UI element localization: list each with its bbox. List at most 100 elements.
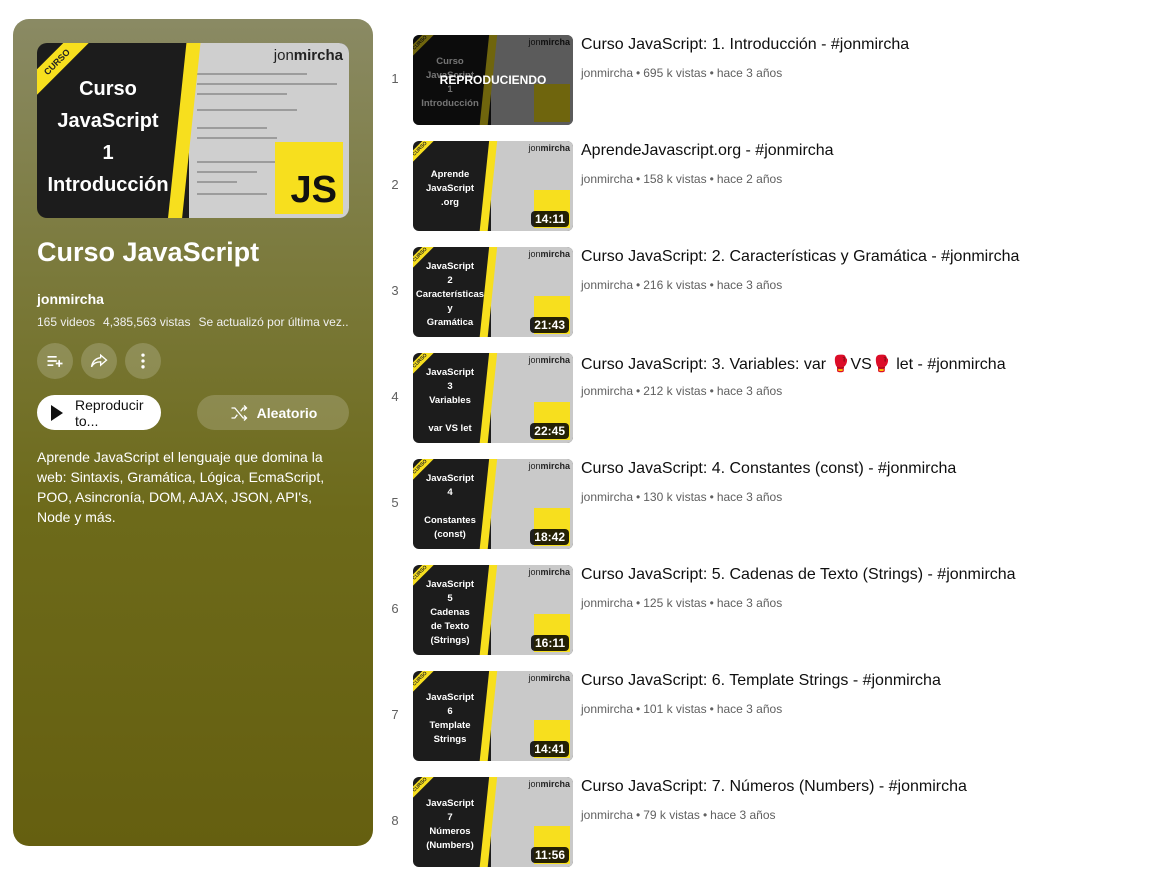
brand-logo: jonmircha: [528, 249, 570, 259]
brand-logo: jonmircha: [528, 143, 570, 153]
video-thumbnail[interactable]: jonmircha CURSO JavaScript 3 Variables v…: [413, 353, 573, 443]
video-list-item[interactable]: 1 jonmircha CURSO Curso JavaScript 1 Int…: [380, 35, 1160, 125]
last-updated: Se actualizó por última vez...: [198, 315, 349, 329]
thumbnail-text: JavaScript 3 Variables var VS let: [425, 367, 475, 434]
playlist-header-panel: CURSO Curso JavaScript 1 Introducción jo…: [13, 19, 373, 846]
video-meta: jonmircha • 695 k vistas • hace 3 años: [581, 66, 783, 80]
video-thumbnail[interactable]: jonmircha CURSO Aprende JavaScript .org …: [413, 141, 573, 231]
channel-name[interactable]: jonmircha: [581, 66, 633, 80]
video-list-item[interactable]: 3 jonmircha CURSO JavaScript 2 Caracterí…: [380, 247, 1160, 337]
playlist-description: Aprende JavaScript el lenguaje que domin…: [37, 449, 325, 525]
video-title[interactable]: Curso JavaScript: 4. Constantes (const) …: [581, 460, 956, 478]
upload-age: hace 3 años: [710, 808, 776, 822]
channel-name[interactable]: jonmircha: [581, 172, 633, 186]
channel-name[interactable]: jonmircha: [581, 702, 633, 716]
thumbnail-text: JavaScript 6 Template Strings: [425, 692, 475, 745]
upload-age: hace 3 años: [716, 384, 783, 398]
view-count: 695 k vistas: [643, 66, 707, 80]
video-title[interactable]: AprendeJavascript.org - #jonmircha: [581, 142, 834, 160]
playlist-thumbnail[interactable]: CURSO Curso JavaScript 1 Introducción jo…: [37, 43, 349, 218]
video-index: 1: [391, 71, 399, 86]
thumbnail-text: JavaScript 4 Constantes (const): [424, 473, 476, 540]
play-icon: [51, 404, 63, 421]
playlist-add-icon: [47, 356, 63, 367]
brand-logo: jonmircha: [273, 47, 343, 64]
videos-count: 165 videos: [37, 315, 96, 329]
video-meta: jonmircha • 130 k vistas • hace 3 años: [581, 490, 783, 504]
play-all-button[interactable]: Reproducir to...: [37, 395, 161, 430]
brand-logo: jonmircha: [528, 461, 570, 471]
upload-age: hace 3 años: [716, 490, 783, 504]
brand-logo: jonmircha: [528, 567, 570, 577]
thumbnail-text: JavaScript 5 Cadenas de Texto (Strings): [425, 579, 475, 646]
video-title[interactable]: Curso JavaScript: 5. Cadenas de Texto (S…: [581, 566, 1016, 584]
playlist-owner-link[interactable]: jonmircha: [37, 291, 104, 307]
video-list-item[interactable]: 7 jonmircha CURSO JavaScript 6 Template …: [380, 671, 1160, 761]
brand-logo: jonmircha: [528, 779, 570, 789]
duration-badge: 18:42: [530, 529, 569, 545]
video-title[interactable]: Curso JavaScript: 7. Números (Numbers) -…: [581, 778, 967, 796]
video-thumbnail[interactable]: jonmircha CURSO JavaScript 2 Característ…: [413, 247, 573, 337]
video-index: 4: [391, 389, 399, 404]
thumbnail-text: JavaScript 2 Características y Gramática: [415, 261, 485, 328]
now-playing-overlay: REPRODUCIENDO: [413, 35, 573, 125]
channel-name[interactable]: jonmircha: [581, 278, 633, 292]
upload-age: hace 2 años: [716, 172, 783, 186]
video-list-item[interactable]: 4 jonmircha CURSO JavaScript 3 Variables…: [380, 353, 1160, 443]
video-thumbnail[interactable]: jonmircha CURSO JavaScript 5 Cadenas de …: [413, 565, 573, 655]
video-list-item[interactable]: 8 jonmircha CURSO JavaScript 7 Números (…: [380, 777, 1160, 867]
video-meta: jonmircha • 158 k vistas • hace 2 años: [581, 172, 783, 186]
upload-age: hace 3 años: [716, 66, 783, 80]
save-playlist-button[interactable]: [37, 343, 73, 379]
brand-logo: jonmircha: [528, 355, 570, 365]
thumbnail-title: Curso JavaScript 1 Introducción: [47, 78, 169, 196]
video-list-item[interactable]: 5 jonmircha CURSO JavaScript 4 Constante…: [380, 459, 1160, 549]
view-count: 212 k vistas: [643, 384, 707, 398]
video-meta: jonmircha • 216 k vistas • hace 3 años: [581, 278, 783, 292]
channel-name[interactable]: jonmircha: [581, 596, 633, 610]
playlist-stats: 165 videos 4,385,563 vistas Se actualizó p…: [37, 315, 349, 329]
channel-name[interactable]: jonmircha: [581, 808, 633, 822]
upload-age: hace 3 años: [716, 702, 783, 716]
more-actions-button[interactable]: [125, 343, 161, 379]
more-vert-icon: [141, 353, 145, 369]
video-list-item[interactable]: 6 jonmircha CURSO JavaScript 5 Cadenas d…: [380, 565, 1160, 655]
brand-logo: jonmircha: [528, 673, 570, 683]
view-count: 130 k vistas: [643, 490, 707, 504]
duration-badge: 16:11: [530, 635, 569, 651]
video-index: 5: [391, 495, 399, 510]
video-title[interactable]: Curso JavaScript: 6. Template Strings - …: [581, 672, 941, 690]
channel-name[interactable]: jonmircha: [581, 490, 633, 504]
video-title[interactable]: Curso JavaScript: 1. Introducción - #jon…: [581, 36, 909, 54]
video-title[interactable]: Curso JavaScript: 2. Características y G…: [581, 248, 1019, 266]
video-thumbnail[interactable]: jonmircha CURSO JavaScript 7 Números (Nu…: [413, 777, 573, 867]
video-index: 6: [391, 601, 399, 616]
video-index: 7: [391, 707, 399, 722]
video-index: 3: [391, 283, 399, 298]
shuffle-button[interactable]: Aleatorio: [197, 395, 349, 430]
duration-badge: 21:43: [530, 317, 569, 333]
view-count: 101 k vistas: [643, 702, 707, 716]
video-thumbnail[interactable]: jonmircha CURSO JavaScript 6 Template St…: [413, 671, 573, 761]
thumbnail-text: Aprende JavaScript .org: [425, 169, 475, 208]
upload-age: hace 3 años: [716, 596, 783, 610]
playlist-title: Curso JavaScript: [37, 237, 260, 267]
video-thumbnail[interactable]: jonmircha CURSO JavaScript 4 Constantes …: [413, 459, 573, 549]
video-title[interactable]: Curso JavaScript: 3. Variables: var 🥊VS🥊…: [581, 354, 1006, 374]
video-meta: jonmircha • 212 k vistas • hace 3 años: [581, 384, 783, 398]
video-meta: jonmircha • 79 k vistas • hace 3 años: [581, 808, 776, 822]
duration-badge: 14:41: [530, 741, 569, 757]
view-count: 4,385,563 vistas: [103, 315, 191, 329]
thumbnail-text: JavaScript 7 Números (Numbers): [425, 798, 475, 851]
duration-badge: 11:56: [530, 847, 569, 863]
video-index: 2: [391, 177, 399, 192]
view-count: 158 k vistas: [643, 172, 707, 186]
video-meta: jonmircha • 101 k vistas • hace 3 años: [581, 702, 783, 716]
share-button[interactable]: [81, 343, 117, 379]
share-icon: [90, 353, 108, 368]
view-count: 216 k vistas: [643, 278, 707, 292]
channel-name[interactable]: jonmircha: [581, 384, 633, 398]
video-thumbnail[interactable]: jonmircha CURSO Curso JavaScript 1 Intro…: [413, 35, 573, 125]
video-list-item[interactable]: 2 jonmircha CURSO Aprende JavaScript .or…: [380, 141, 1160, 231]
js-logo: JS: [275, 142, 343, 214]
